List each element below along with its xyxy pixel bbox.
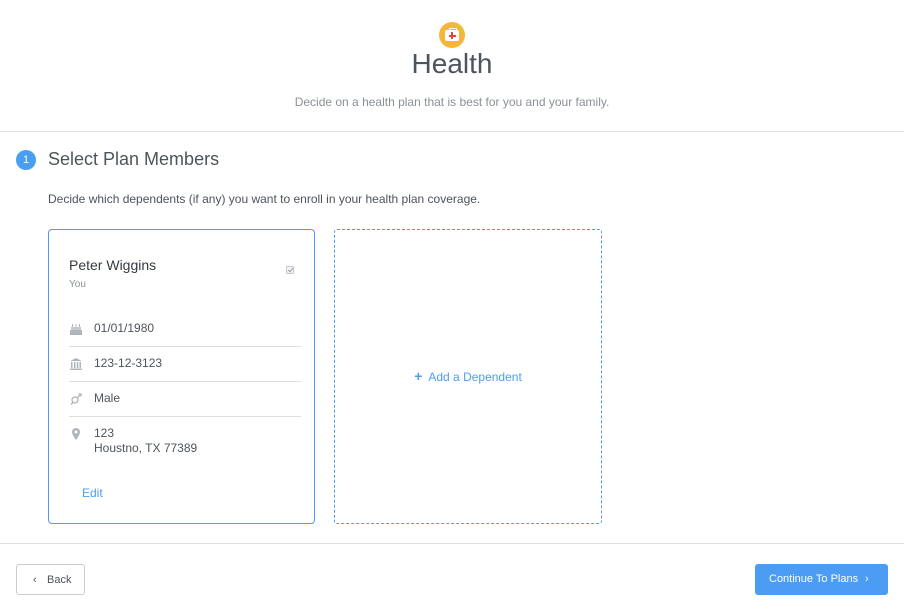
add-dependent-button[interactable]: + Add a Dependent (334, 229, 602, 524)
member-address: 123 Houstno, TX 77389 (94, 426, 197, 456)
map-pin-icon (69, 427, 83, 441)
chevron-left-icon: ‹ (33, 574, 37, 586)
address-row: 123 Houstno, TX 77389 (69, 417, 301, 467)
continue-to-plans-button[interactable]: Continue To Plans › (755, 564, 888, 595)
government-building-icon (69, 357, 83, 371)
plus-icon: + (414, 368, 423, 384)
continue-button-label: Continue To Plans (769, 573, 859, 585)
page-footer: ‹ Back Continue To Plans › (0, 543, 904, 614)
member-card: Peter Wiggins You 01/01/1980 123-12-3123… (48, 229, 315, 524)
gender-row: Male (69, 382, 301, 417)
chevron-right-icon: › (865, 573, 869, 585)
member-gender: Male (94, 391, 121, 405)
member-dob: 01/01/1980 (94, 321, 155, 335)
page-title: Health (411, 48, 493, 79)
back-button-label: Back (47, 574, 72, 586)
gender-icon (69, 392, 83, 406)
member-enroll-checkbox[interactable] (286, 266, 294, 274)
back-button[interactable]: ‹ Back (16, 564, 85, 595)
page-subtitle: Decide on a health plan that is best for… (294, 95, 610, 109)
section-description: Decide which dependents (if any) you wan… (48, 192, 481, 206)
birthday-cake-icon (69, 322, 83, 336)
edit-member-link[interactable]: Edit (82, 486, 103, 500)
ssn-row: 123-12-3123 (69, 347, 301, 382)
dob-row: 01/01/1980 (69, 312, 301, 347)
add-dependent-label: Add a Dependent (428, 370, 522, 384)
member-name: Peter Wiggins (69, 257, 157, 273)
member-ssn: 123-12-3123 (94, 356, 163, 370)
page-header: Health Decide on a health plan that is b… (0, 0, 904, 132)
member-relation: You (69, 279, 86, 290)
first-aid-kit-icon (439, 22, 465, 48)
step-number-badge: 1 (16, 150, 36, 170)
address-line-1: 123 (94, 426, 115, 440)
section-title: Select Plan Members (48, 149, 220, 169)
address-line-2: Houstno, TX 77389 (94, 441, 198, 455)
